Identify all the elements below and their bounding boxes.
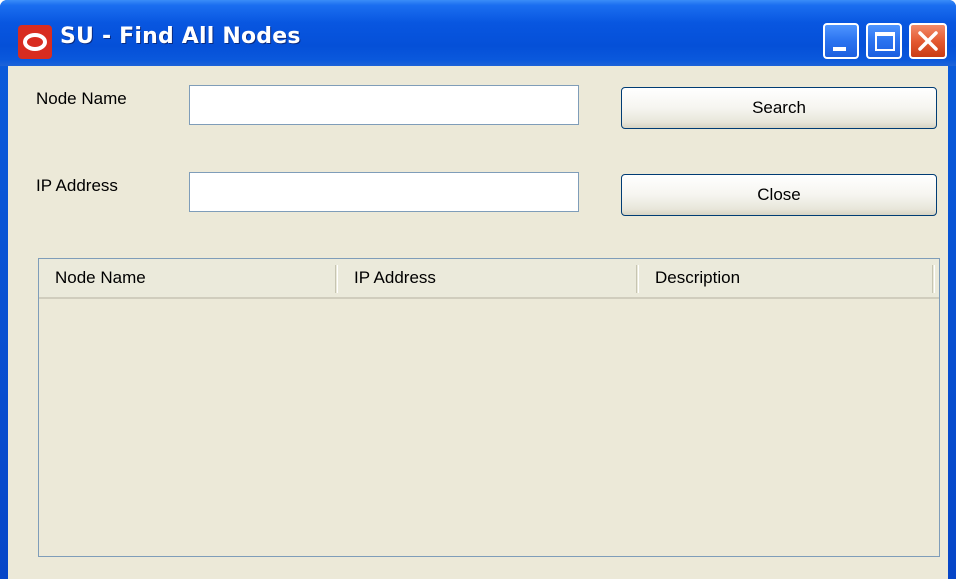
- column-header-description[interactable]: Description: [639, 259, 933, 297]
- column-header-node-name[interactable]: Node Name: [39, 259, 337, 297]
- minimize-icon: [833, 47, 846, 51]
- close-icon: [918, 31, 938, 51]
- maximize-button[interactable]: [866, 23, 902, 59]
- column-header-ip-address[interactable]: IP Address: [338, 259, 638, 297]
- title-bar[interactable]: SU - Find All Nodes: [0, 0, 956, 66]
- dialog-body: Node Name IP Address Search Close Node N…: [8, 66, 948, 579]
- results-table[interactable]: Node Name IP Address Description: [38, 258, 940, 557]
- maximize-icon: [875, 32, 895, 51]
- find-all-nodes-window: SU - Find All Nodes Node Name IP Address…: [0, 0, 956, 579]
- column-resize-handle[interactable]: [932, 265, 935, 293]
- close-button[interactable]: Close: [621, 174, 937, 216]
- node-name-input[interactable]: [189, 85, 579, 125]
- window-title: SU - Find All Nodes: [60, 24, 301, 49]
- ip-address-label: IP Address: [36, 176, 118, 195]
- minimize-button[interactable]: [823, 23, 859, 59]
- close-window-button[interactable]: [909, 23, 947, 59]
- table-body[interactable]: [39, 299, 939, 556]
- node-name-label: Node Name: [36, 89, 127, 108]
- ip-address-input[interactable]: [189, 172, 579, 212]
- oracle-logo-icon[interactable]: [18, 25, 52, 59]
- table-header: Node Name IP Address Description: [39, 259, 939, 299]
- search-button[interactable]: Search: [621, 87, 937, 129]
